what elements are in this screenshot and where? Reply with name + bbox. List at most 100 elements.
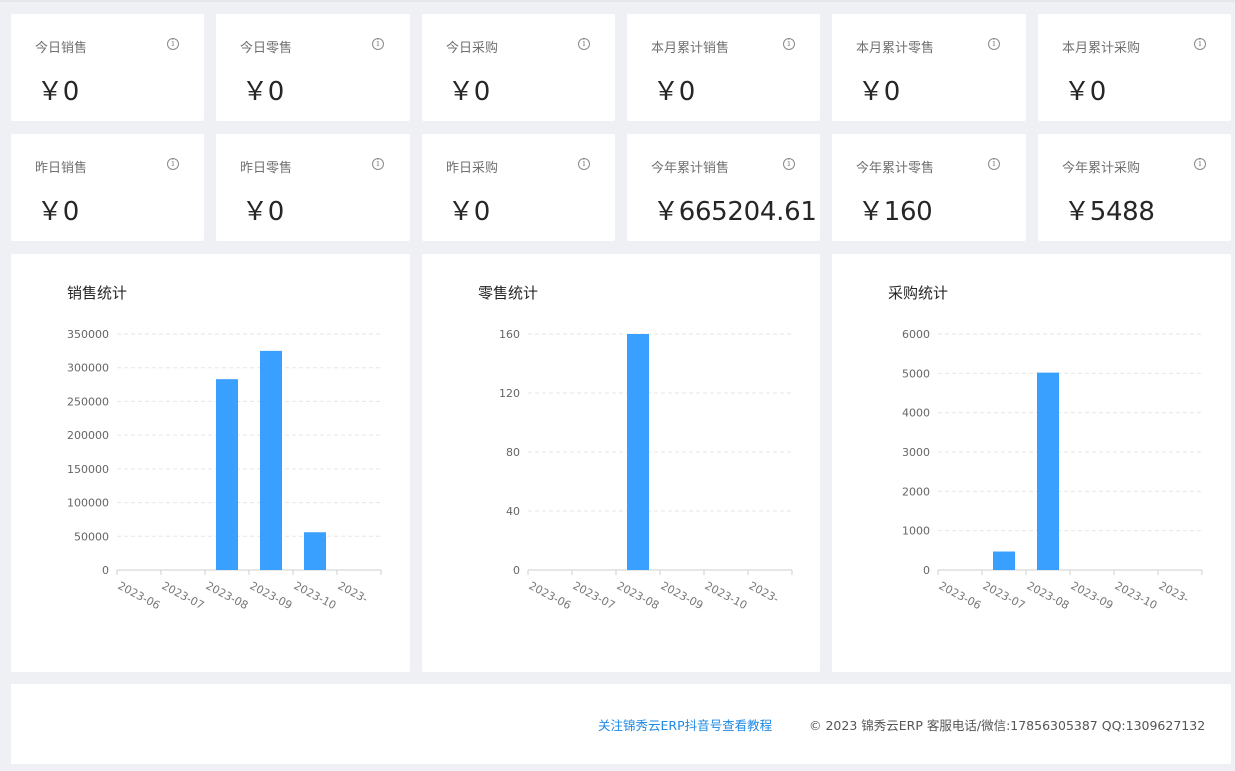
info-circle-icon[interactable]: i [988, 38, 1000, 50]
stat-value: ￥0 [448, 77, 490, 107]
top-border [0, 0, 1235, 2]
stat-value: ￥0 [242, 77, 284, 107]
stat-card-month-purchase: 本月累计采购 i ￥0 [1038, 14, 1231, 121]
y-tick-label: 1000 [902, 525, 930, 538]
stat-value: ￥160 [858, 197, 933, 227]
x-tick-label: 2023-06 [527, 579, 574, 612]
info-circle-icon[interactable]: i [167, 38, 179, 50]
stat-card-today-sales: 今日销售 i ￥0 [11, 14, 204, 121]
stat-label: 本月累计采购 [1062, 41, 1141, 56]
stat-label: 今年累计采购 [1062, 161, 1141, 176]
stat-value: ￥0 [1064, 77, 1106, 107]
stat-value: ￥0 [858, 77, 900, 107]
footer: 关注锦秀云ERP抖音号查看教程 © 2023 锦秀云ERP 客服电话/微信:17… [11, 684, 1231, 764]
x-tick-label: 2023-10 [292, 579, 339, 612]
y-tick-label: 2000 [902, 485, 930, 498]
y-tick-label: 80 [506, 446, 520, 459]
bar [304, 532, 326, 570]
x-tick-label: 2023-07 [160, 579, 207, 612]
x-tick-label: 2023- [1157, 579, 1191, 605]
x-tick-label: 2023-09 [659, 579, 706, 612]
info-circle-icon[interactable]: i [578, 158, 590, 170]
tutorial-link[interactable]: 关注锦秀云ERP抖音号查看教程 [598, 715, 772, 734]
info-circle-icon[interactable]: i [1194, 158, 1206, 170]
info-circle-icon[interactable]: i [167, 158, 179, 170]
stat-label: 昨日销售 [35, 161, 88, 176]
y-tick-label: 4000 [902, 407, 930, 420]
y-tick-label: 120 [499, 387, 520, 400]
stat-card-yesterday-sales: 昨日销售 i ￥0 [11, 134, 204, 241]
stat-label: 本月累计销售 [651, 41, 730, 56]
stat-label: 昨日零售 [240, 161, 293, 176]
bar [216, 379, 238, 570]
stat-label: 今日销售 [35, 41, 88, 56]
purchase-bar-chart: 01000200030004000500060002023-062023-072… [902, 328, 1203, 612]
copyright-text: © 2023 锦秀云ERP 客服电话/微信:17856305387 QQ:130… [809, 718, 1206, 733]
stat-value: ￥0 [448, 197, 490, 227]
bar [1037, 372, 1059, 570]
sales-bar-chart: 0 50000 100000 150000 200000 250000 300000 3500… [67, 328, 382, 612]
info-circle-icon[interactable]: i [988, 158, 1000, 170]
info-circle-icon[interactable]: i [1194, 38, 1206, 50]
bar [260, 350, 282, 570]
info-circle-icon[interactable]: i [372, 158, 384, 170]
y-tick-label: 40 [506, 505, 520, 518]
y-tick-label: 200000 [67, 429, 109, 442]
stat-card-year-purchase: 今年累计采购 i ￥5488 [1038, 134, 1231, 241]
info-circle-icon[interactable]: i [783, 38, 795, 50]
bar [627, 334, 649, 570]
x-tick-label: 2023-09 [248, 579, 295, 612]
stat-value: ￥0 [37, 197, 79, 227]
y-tick-label: 0 [102, 564, 109, 577]
stat-value: ￥665204.61 [653, 197, 817, 227]
stat-card-today-purchase: 今日采购 i ￥0 [422, 14, 615, 121]
x-tick-label: 2023-09 [1069, 579, 1116, 612]
chart-title: 销售统计 [67, 284, 128, 302]
stat-card-year-sales: 今年累计销售 i ￥665204.61 [627, 134, 820, 241]
stat-value: ￥0 [242, 197, 284, 227]
retail-bar-chart: 0 40 80 120 160 2023-062023-072023-082023-09 2… [499, 328, 793, 612]
chart-card-purchase: 采购统计 0 1000 2000 3000 4000 5000 6000 2023-06 202… [832, 254, 1231, 672]
x-tick-label: 2023-08 [204, 579, 251, 612]
info-circle-icon[interactable]: i [578, 38, 590, 50]
stat-label: 昨日采购 [446, 161, 499, 176]
x-tick-label: 2023-06 [937, 579, 984, 612]
y-tick-label: 5000 [902, 367, 930, 380]
y-tick-label: 0 [923, 564, 930, 577]
x-tick-label: 2023-10 [1113, 579, 1160, 612]
stat-label: 今年累计零售 [856, 161, 935, 176]
stat-label: 本月累计零售 [856, 41, 935, 56]
x-tick-label: 2023- [747, 579, 781, 605]
stat-label: 今日零售 [240, 41, 293, 56]
chart-card-retail: 零售统计 0 40 80 120 160 2023-06 2023-07 2023-08 202… [422, 254, 820, 672]
x-tick-label: 2023-08 [615, 579, 662, 612]
stat-value: ￥0 [653, 77, 695, 107]
y-tick-label: 160 [499, 328, 520, 341]
stat-card-month-sales: 本月累计销售 i ￥0 [627, 14, 820, 121]
y-tick-label: 100000 [67, 497, 109, 510]
y-tick-label: 350000 [67, 328, 109, 341]
chart-title: 零售统计 [478, 284, 539, 302]
stat-label: 今日采购 [446, 41, 499, 56]
chart-title: 采购统计 [888, 284, 949, 302]
x-tick-label: 2023-07 [981, 579, 1028, 612]
stat-card-yesterday-purchase: 昨日采购 i ￥0 [422, 134, 615, 241]
stat-card-month-retail: 本月累计零售 i ￥0 [832, 14, 1026, 121]
stat-value: ￥5488 [1064, 197, 1155, 227]
x-tick-label: 2023-08 [1025, 579, 1072, 612]
stat-card-year-retail: 今年累计零售 i ￥160 [832, 134, 1026, 241]
stat-card-yesterday-retail: 昨日零售 i ￥0 [216, 134, 410, 241]
y-tick-label: 150000 [67, 463, 109, 476]
y-tick-label: 0 [513, 564, 520, 577]
stat-card-today-retail: 今日零售 i ￥0 [216, 14, 410, 121]
x-tick-label: 2023- [336, 579, 370, 605]
chart-card-sales: 销售统计 0 50000 100000 150000 200000 250000 30000… [11, 254, 410, 672]
x-tick-label: 2023-07 [571, 579, 618, 612]
y-tick-label: 300000 [67, 362, 109, 375]
info-circle-icon[interactable]: i [783, 158, 795, 170]
bar [993, 551, 1015, 570]
stat-label: 今年累计销售 [651, 161, 730, 176]
info-circle-icon[interactable]: i [372, 38, 384, 50]
y-tick-label: 3000 [902, 446, 930, 459]
stat-value: ￥0 [37, 77, 79, 107]
